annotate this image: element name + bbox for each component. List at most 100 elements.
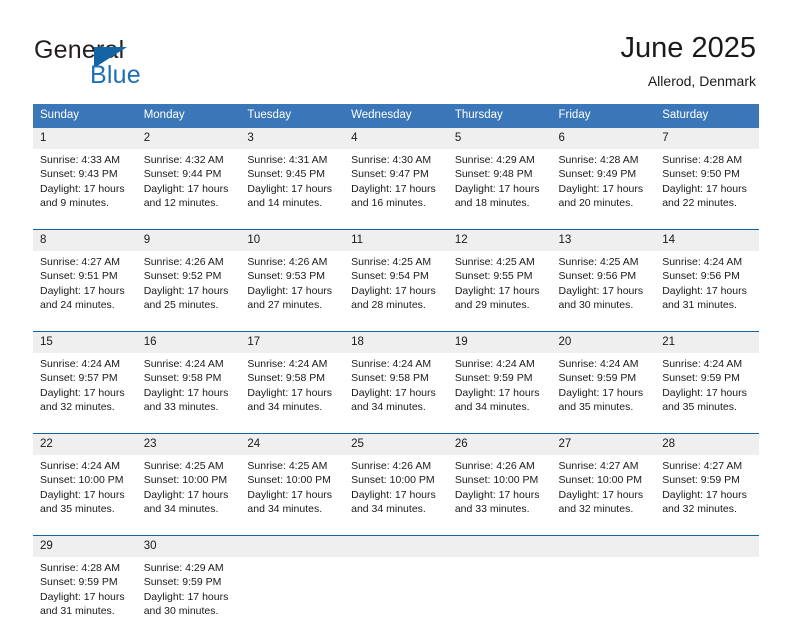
day-cell: Sunrise: 4:28 AM Sunset: 9:59 PM Dayligh… (33, 557, 137, 637)
day-number[interactable]: 1 (33, 128, 137, 149)
day-number-empty (551, 536, 656, 557)
sunrise-text: Sunrise: 4:26 AM (351, 460, 432, 472)
calendar-body: 1 2 3 4 5 6 7 Sunrise: 4:33 AM Sunset: 9… (33, 128, 759, 637)
sunrise-text: Sunrise: 4:25 AM (454, 256, 535, 268)
daylight-text: Daylight: 17 hours and 32 minutes. (40, 386, 125, 413)
day-number[interactable]: 11 (344, 230, 448, 251)
day-cell: Sunrise: 4:26 AM Sunset: 9:52 PM Dayligh… (136, 251, 241, 331)
day-number[interactable]: 12 (447, 230, 552, 251)
sunset-text: Sunset: 9:57 PM (40, 372, 118, 385)
sunrise-text: Sunrise: 4:27 AM (40, 256, 120, 268)
daylight-text: Daylight: 17 hours and 16 minutes. (351, 182, 436, 209)
sunrise-text: Sunrise: 4:27 AM (558, 460, 639, 472)
weekday-header-row: Sunday Monday Tuesday Wednesday Thursday… (33, 104, 759, 128)
sunrise-text: Sunrise: 4:24 AM (247, 358, 328, 370)
day-cell-empty (655, 557, 759, 637)
day-number[interactable]: 30 (136, 536, 241, 557)
day-number[interactable]: 5 (447, 128, 552, 149)
week-5-daynumbers: 29 30 (33, 536, 759, 557)
sunset-text: Sunset: 9:59 PM (143, 576, 222, 589)
day-number[interactable]: 4 (344, 128, 448, 149)
sunrise-text: Sunrise: 4:27 AM (662, 460, 743, 472)
calendar-page: General Blue June 2025 Allerod, Denmark … (0, 0, 792, 637)
daylight-text: Daylight: 17 hours and 30 minutes. (558, 284, 644, 311)
daylight-text: Daylight: 17 hours and 34 minutes. (247, 386, 333, 413)
column-header-monday: Monday (136, 104, 241, 128)
day-number[interactable]: 29 (33, 536, 137, 557)
day-number[interactable]: 21 (655, 332, 759, 353)
sunset-text: Sunset: 9:55 PM (454, 270, 533, 283)
day-cell: Sunrise: 4:24 AM Sunset: 9:57 PM Dayligh… (33, 353, 137, 433)
day-number[interactable]: 24 (240, 434, 345, 455)
day-number-empty (447, 536, 552, 557)
sunrise-text: Sunrise: 4:33 AM (40, 154, 120, 166)
sunrise-text: Sunrise: 4:24 AM (143, 358, 224, 370)
day-number[interactable]: 9 (136, 230, 241, 251)
daylight-text: Daylight: 17 hours and 31 minutes. (40, 590, 125, 617)
day-cell: Sunrise: 4:29 AM Sunset: 9:48 PM Dayligh… (447, 149, 552, 229)
sunset-text: Sunset: 10:00 PM (40, 474, 124, 487)
day-number[interactable]: 8 (33, 230, 137, 251)
day-number[interactable]: 2 (136, 128, 241, 149)
week-2-details: Sunrise: 4:27 AM Sunset: 9:51 PM Dayligh… (33, 251, 759, 331)
day-number[interactable]: 18 (344, 332, 448, 353)
day-number[interactable]: 23 (136, 434, 241, 455)
day-cell: Sunrise: 4:26 AM Sunset: 9:53 PM Dayligh… (240, 251, 345, 331)
day-number[interactable]: 10 (240, 230, 345, 251)
sunset-text: Sunset: 10:00 PM (558, 474, 642, 487)
day-number[interactable]: 27 (551, 434, 656, 455)
day-number[interactable]: 3 (240, 128, 345, 149)
sunrise-text: Sunrise: 4:29 AM (454, 154, 535, 166)
day-number[interactable]: 25 (344, 434, 448, 455)
sunset-text: Sunset: 9:58 PM (143, 372, 222, 385)
day-number[interactable]: 19 (447, 332, 552, 353)
day-cell: Sunrise: 4:25 AM Sunset: 9:55 PM Dayligh… (447, 251, 552, 331)
day-cell: Sunrise: 4:28 AM Sunset: 9:49 PM Dayligh… (551, 149, 656, 229)
sunrise-text: Sunrise: 4:24 AM (662, 256, 743, 268)
sunrise-sunset-calendar-table: Sunday Monday Tuesday Wednesday Thursday… (33, 104, 759, 637)
day-number[interactable]: 13 (551, 230, 656, 251)
week-1-details: Sunrise: 4:33 AM Sunset: 9:43 PM Dayligh… (33, 149, 759, 229)
daylight-text: Daylight: 17 hours and 31 minutes. (662, 284, 747, 311)
sunrise-text: Sunrise: 4:25 AM (351, 256, 432, 268)
sunset-text: Sunset: 10:00 PM (143, 474, 228, 487)
daylight-text: Daylight: 17 hours and 20 minutes. (558, 182, 644, 209)
day-cell: Sunrise: 4:28 AM Sunset: 9:50 PM Dayligh… (655, 149, 759, 229)
daylight-text: Daylight: 17 hours and 29 minutes. (454, 284, 540, 311)
day-number[interactable]: 20 (551, 332, 656, 353)
day-cell: Sunrise: 4:24 AM Sunset: 9:59 PM Dayligh… (551, 353, 656, 433)
day-cell: Sunrise: 4:26 AM Sunset: 10:00 PM Daylig… (447, 455, 552, 535)
daylight-text: Daylight: 17 hours and 34 minutes. (247, 488, 333, 515)
daylight-text: Daylight: 17 hours and 34 minutes. (143, 488, 229, 515)
week-4-daynumbers: 22 23 24 25 26 27 28 (33, 434, 759, 455)
sunrise-text: Sunrise: 4:25 AM (247, 460, 328, 472)
day-number[interactable]: 26 (447, 434, 552, 455)
day-number[interactable]: 28 (655, 434, 759, 455)
sunset-text: Sunset: 9:47 PM (351, 168, 429, 181)
day-cell: Sunrise: 4:24 AM Sunset: 9:58 PM Dayligh… (344, 353, 448, 433)
day-number[interactable]: 17 (240, 332, 345, 353)
day-number[interactable]: 15 (33, 332, 137, 353)
day-cell-empty (447, 557, 552, 637)
day-number[interactable]: 14 (655, 230, 759, 251)
day-number[interactable]: 16 (136, 332, 241, 353)
day-number[interactable]: 7 (655, 128, 759, 149)
sunset-text: Sunset: 9:56 PM (662, 270, 740, 283)
sunset-text: Sunset: 9:48 PM (454, 168, 533, 181)
day-number[interactable]: 6 (551, 128, 656, 149)
day-cell: Sunrise: 4:25 AM Sunset: 10:00 PM Daylig… (240, 455, 345, 535)
daylight-text: Daylight: 17 hours and 33 minutes. (143, 386, 229, 413)
sunrise-text: Sunrise: 4:24 AM (662, 358, 743, 370)
column-header-sunday: Sunday (33, 104, 137, 128)
sunrise-text: Sunrise: 4:26 AM (454, 460, 535, 472)
sunset-text: Sunset: 9:59 PM (40, 576, 118, 589)
daylight-text: Daylight: 17 hours and 35 minutes. (558, 386, 644, 413)
sunset-text: Sunset: 9:53 PM (247, 270, 326, 283)
day-number[interactable]: 22 (33, 434, 137, 455)
logo-word-blue: Blue (90, 61, 141, 89)
daylight-text: Daylight: 17 hours and 34 minutes. (351, 488, 436, 515)
week-3-details: Sunrise: 4:24 AM Sunset: 9:57 PM Dayligh… (33, 353, 759, 433)
general-blue-logo[interactable]: General Blue (34, 36, 234, 92)
day-cell: Sunrise: 4:31 AM Sunset: 9:45 PM Dayligh… (240, 149, 345, 229)
sunrise-text: Sunrise: 4:24 AM (40, 358, 120, 370)
